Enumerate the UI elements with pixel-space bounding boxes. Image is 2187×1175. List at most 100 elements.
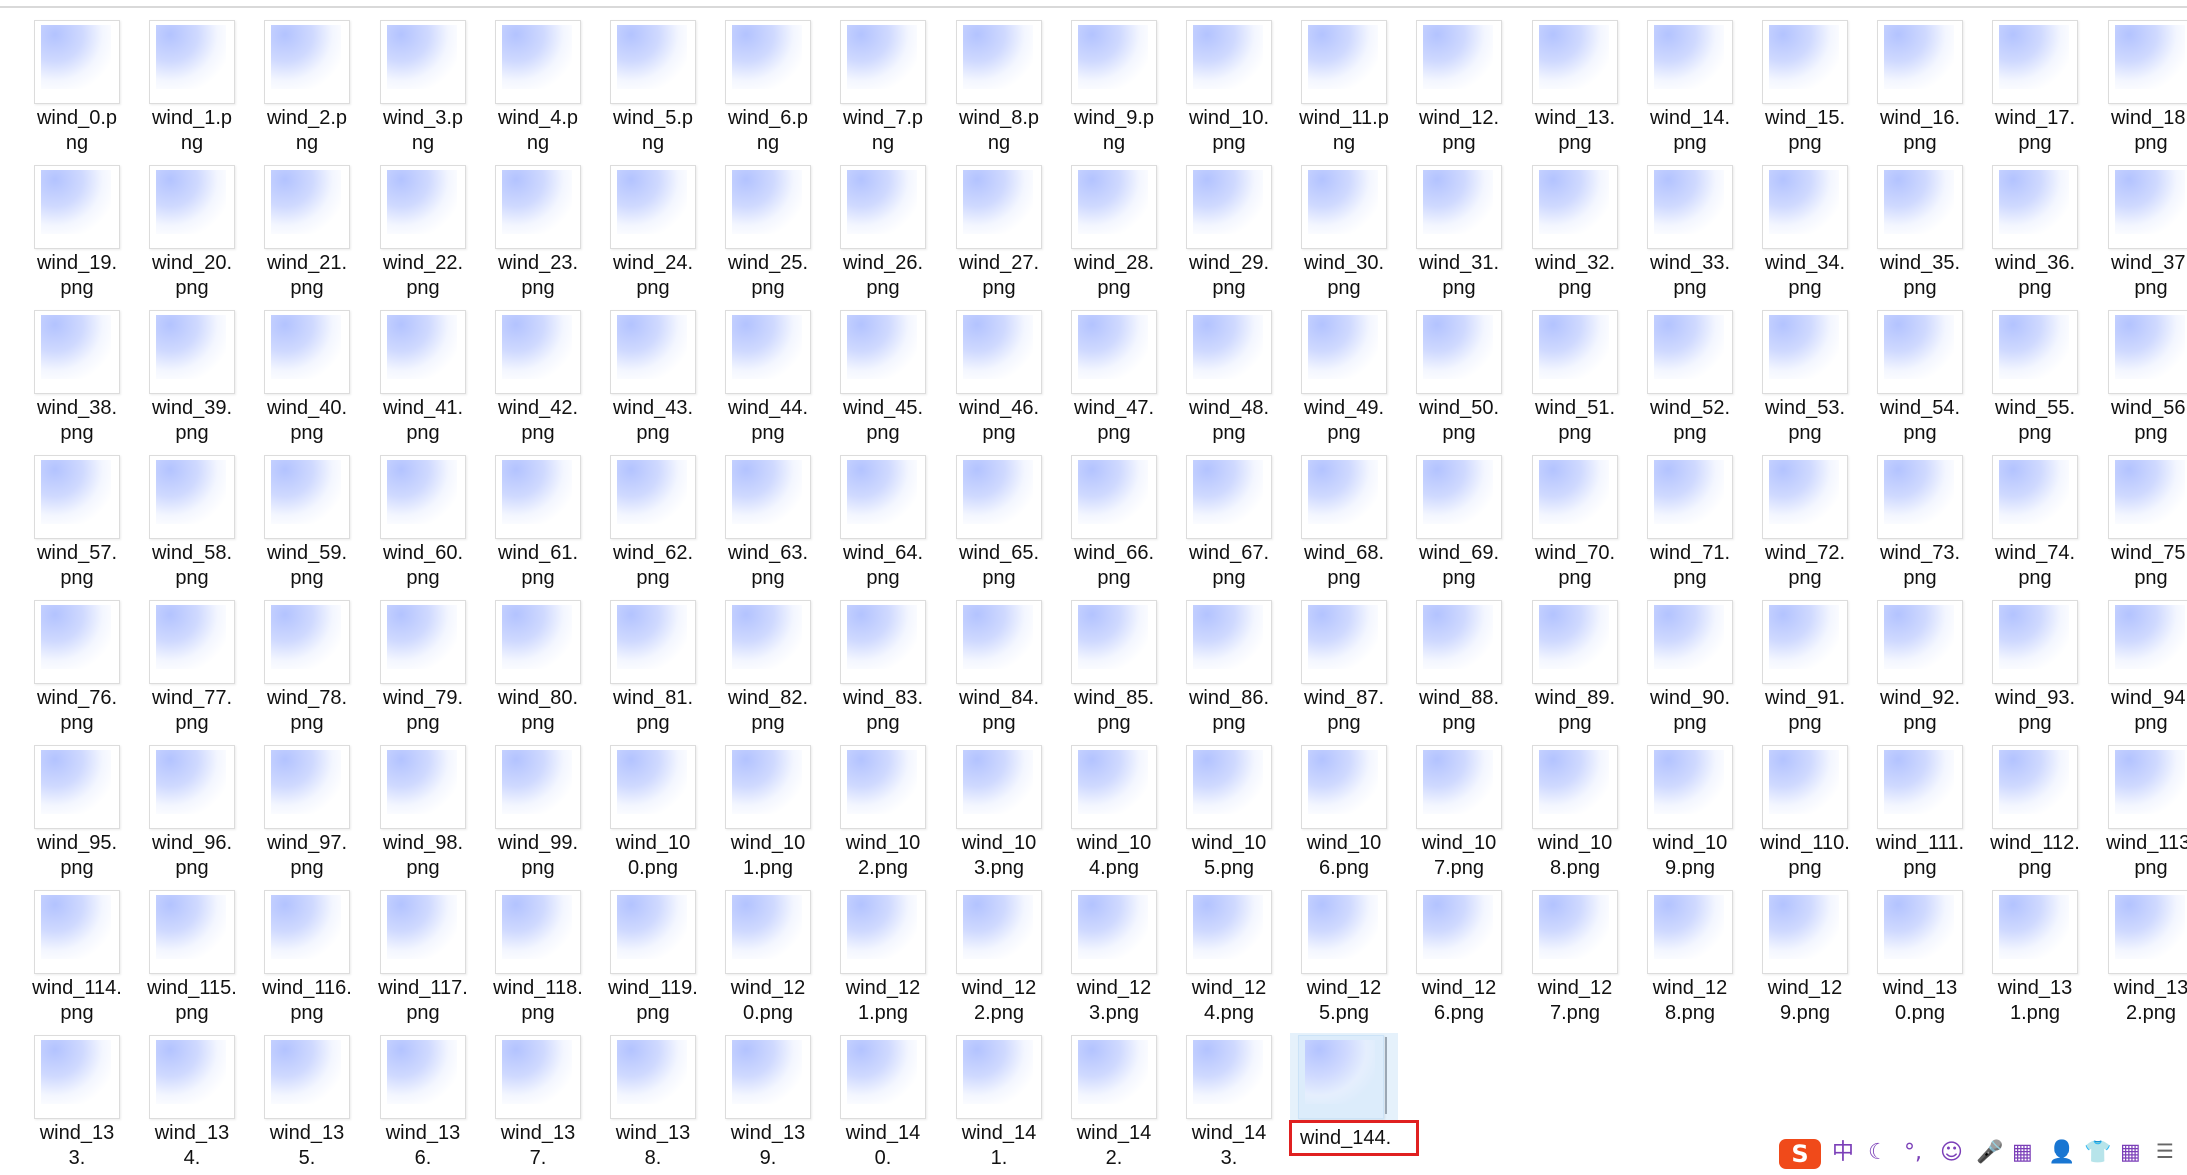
file-item[interactable]: wind_89.png — [1511, 600, 1621, 740]
file-item[interactable]: wind_120.png — [704, 890, 814, 1030]
file-item[interactable]: wind_48.png — [1165, 310, 1275, 450]
file-item[interactable]: wind_78.png — [243, 600, 353, 740]
file-item[interactable]: wind_57.png — [13, 455, 123, 595]
file-item[interactable]: wind_76.png — [13, 600, 123, 740]
file-item[interactable]: wind_55.png — [1971, 310, 2081, 450]
file-item[interactable]: wind_26.png — [819, 165, 929, 305]
file-item[interactable]: wind_49.png — [1280, 310, 1390, 450]
file-item[interactable]: wind_138. — [589, 1035, 699, 1175]
file-item[interactable]: wind_106.png — [1280, 745, 1390, 885]
file-item[interactable]: wind_83.png — [819, 600, 929, 740]
file-item[interactable]: wind_72.png — [1741, 455, 1851, 595]
file-item[interactable]: wind_70.png — [1511, 455, 1621, 595]
file-item[interactable]: wind_36.png — [1971, 165, 2081, 305]
file-item[interactable]: wind_116.png — [243, 890, 353, 1030]
file-item[interactable]: wind_19.png — [13, 165, 123, 305]
file-item[interactable]: wind_4.png — [474, 20, 584, 160]
punctuation-icon[interactable]: °, — [1904, 1139, 1922, 1167]
file-item[interactable]: wind_13.png — [1511, 20, 1621, 160]
file-item[interactable]: wind_112.png — [1971, 745, 2081, 885]
file-item[interactable]: wind_88.png — [1395, 600, 1505, 740]
file-item[interactable]: wind_40.png — [243, 310, 353, 450]
file-item[interactable]: wind_75.png — [2087, 455, 2187, 595]
file-item[interactable]: wind_0.png — [13, 20, 123, 160]
file-item[interactable]: wind_47.png — [1050, 310, 1160, 450]
ime-toolbar[interactable]: S 中 ☾ °, ☺ 🎤 ▦ 👤 👕 ▦ ☰ — [1776, 1135, 2187, 1169]
file-item[interactable]: wind_80.png — [474, 600, 584, 740]
file-item[interactable]: wind_141. — [935, 1035, 1045, 1175]
microphone-icon[interactable]: 🎤 — [1976, 1139, 2003, 1167]
file-item[interactable]: wind_54.png — [1856, 310, 1966, 450]
file-item[interactable]: wind_66.png — [1050, 455, 1160, 595]
file-item[interactable]: wind_39.png — [128, 310, 238, 450]
keyboard-icon[interactable]: ▦ — [2012, 1139, 2033, 1167]
file-item[interactable]: wind_60.png — [359, 455, 469, 595]
file-item[interactable]: wind_73.png — [1856, 455, 1966, 595]
file-item[interactable]: wind_130.png — [1856, 890, 1966, 1030]
file-item[interactable]: wind_42.png — [474, 310, 584, 450]
file-item[interactable]: wind_20.png — [128, 165, 238, 305]
file-item[interactable]: wind_52.png — [1626, 310, 1736, 450]
file-item[interactable]: wind_35.png — [1856, 165, 1966, 305]
file-item[interactable]: wind_6.png — [704, 20, 814, 160]
file-item[interactable]: wind_29.png — [1165, 165, 1275, 305]
file-item[interactable]: wind_81.png — [589, 600, 699, 740]
file-item[interactable]: wind_24.png — [589, 165, 699, 305]
file-item[interactable]: wind_117.png — [359, 890, 469, 1030]
file-item[interactable]: wind_121.png — [819, 890, 929, 1030]
file-item[interactable]: wind_63.png — [704, 455, 814, 595]
file-item[interactable]: wind_133. — [13, 1035, 123, 1175]
file-item[interactable]: wind_7.png — [819, 20, 929, 160]
file-item[interactable]: wind_50.png — [1395, 310, 1505, 450]
file-item[interactable]: wind_67.png — [1165, 455, 1275, 595]
file-item[interactable]: wind_127.png — [1511, 890, 1621, 1030]
file-item[interactable]: wind_108.png — [1511, 745, 1621, 885]
file-item[interactable]: wind_92.png — [1856, 600, 1966, 740]
file-item[interactable]: wind_95.png — [13, 745, 123, 885]
file-item[interactable]: wind_30.png — [1280, 165, 1390, 305]
file-item[interactable]: wind_86.png — [1165, 600, 1275, 740]
emoji-icon[interactable]: ☺ — [1940, 1139, 1963, 1167]
file-item[interactable]: wind_15.png — [1741, 20, 1851, 160]
file-item[interactable]: wind_101.png — [704, 745, 814, 885]
file-item[interactable]: wind_10.png — [1165, 20, 1275, 160]
file-item[interactable]: wind_139. — [704, 1035, 814, 1175]
file-item[interactable]: wind_69.png — [1395, 455, 1505, 595]
file-item[interactable]: wind_114.png — [13, 890, 123, 1030]
file-item[interactable]: wind_143. — [1165, 1035, 1275, 1175]
file-item[interactable]: wind_41.png — [359, 310, 469, 450]
file-item[interactable]: wind_123.png — [1050, 890, 1160, 1030]
file-item[interactable]: wind_119.png — [589, 890, 699, 1030]
file-item[interactable]: wind_91.png — [1741, 600, 1851, 740]
file-item[interactable]: wind_79.png — [359, 600, 469, 740]
file-item[interactable]: wind_23.png — [474, 165, 584, 305]
ime-menu-icon[interactable]: ☰ — [2156, 1141, 2178, 1163]
file-item[interactable]: wind_32.png — [1511, 165, 1621, 305]
file-item[interactable]: wind_90.png — [1626, 600, 1736, 740]
file-item[interactable]: wind_33.png — [1626, 165, 1736, 305]
user-icon[interactable]: 👤 — [2048, 1139, 2075, 1167]
file-item[interactable]: wind_124.png — [1165, 890, 1275, 1030]
file-item[interactable]: wind_136. — [359, 1035, 469, 1175]
file-item[interactable]: wind_82.png — [704, 600, 814, 740]
file-item[interactable]: wind_56.png — [2087, 310, 2187, 450]
file-item[interactable]: wind_43.png — [589, 310, 699, 450]
file-item[interactable]: wind_1.png — [128, 20, 238, 160]
file-item[interactable]: wind_111.png — [1856, 745, 1966, 885]
skin-icon[interactable]: 👕 — [2084, 1139, 2111, 1167]
file-item[interactable]: wind_59.png — [243, 455, 353, 595]
file-item[interactable]: wind_64.png — [819, 455, 929, 595]
file-item[interactable]: wind_58.png — [128, 455, 238, 595]
file-item[interactable]: wind_8.png — [935, 20, 1045, 160]
file-item[interactable]: wind_104.png — [1050, 745, 1160, 885]
file-item[interactable]: wind_14.png — [1626, 20, 1736, 160]
file-item[interactable]: wind_71.png — [1626, 455, 1736, 595]
file-item[interactable]: wind_126.png — [1395, 890, 1505, 1030]
file-item[interactable]: wind_38.png — [13, 310, 123, 450]
file-item[interactable]: wind_85.png — [1050, 600, 1160, 740]
file-item[interactable]: wind_113.png — [2087, 745, 2187, 885]
file-item[interactable]: wind_5.png — [589, 20, 699, 160]
file-item[interactable]: wind_135. — [243, 1035, 353, 1175]
file-item[interactable]: wind_34.png — [1741, 165, 1851, 305]
file-item[interactable]: wind_44.png — [704, 310, 814, 450]
